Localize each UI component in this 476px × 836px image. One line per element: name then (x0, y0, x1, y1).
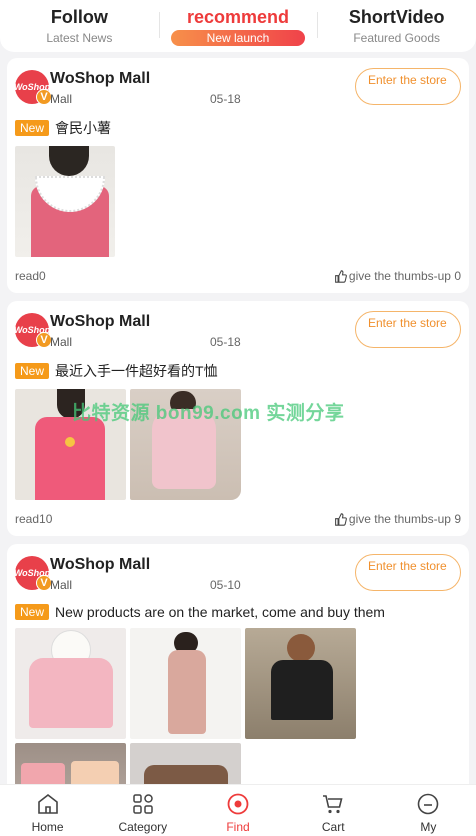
new-tag: New (15, 120, 50, 136)
post-images (15, 146, 461, 257)
tab-title: recommend (186, 7, 290, 27)
store-type: Mall (50, 335, 73, 349)
post-header: WoShop V WoShop Mall Mall 05-18 Enter th… (14, 311, 461, 355)
read-count: read10 (15, 512, 53, 526)
post-text-row: New 最近入手一件超好看的T恤 (15, 361, 461, 381)
tab-follow[interactable]: Follow Latest News (0, 0, 159, 52)
enter-store-button[interactable]: Enter the store (355, 554, 461, 591)
post-card: WoShop V WoShop Mall Mall 05-18 Enter th… (7, 58, 469, 293)
nav-my[interactable]: My (381, 785, 476, 836)
tab-subtitle: Featured Goods (353, 31, 441, 45)
find-icon (225, 791, 251, 817)
home-icon (35, 791, 61, 817)
enter-store-button[interactable]: Enter the store (355, 311, 461, 348)
product-photo[interactable] (15, 628, 126, 739)
post-text: 會民小薯 (55, 120, 112, 136)
store-type: Mall (50, 92, 73, 106)
store-name[interactable]: WoShop Mall (50, 70, 150, 88)
store-type: Mall (50, 578, 73, 592)
tab-recommend[interactable]: recommend New launch (158, 0, 318, 52)
user-icon (415, 791, 441, 817)
post-text: New products are on the market, come and… (55, 604, 385, 620)
nav-cart[interactable]: Cart (286, 785, 381, 836)
enter-store-button[interactable]: Enter the store (355, 68, 461, 105)
nav-label: Category (118, 820, 168, 834)
product-photo[interactable] (15, 389, 126, 500)
thumbs-up-icon (335, 269, 347, 283)
post-date: 05-10 (210, 578, 241, 592)
tab-subtitle: New launch (170, 30, 306, 46)
store-name[interactable]: WoShop Mall (50, 556, 150, 574)
nav-find[interactable]: Find (190, 785, 285, 836)
thumbs-up-button[interactable]: give the thumbs-up 9 (334, 512, 461, 526)
post-footer: read0 give the thumbs-up 0 (15, 269, 461, 283)
top-tab-bar: Follow Latest News recommend New launch … (0, 0, 476, 52)
thumbs-up-icon (335, 512, 347, 526)
new-tag: New (15, 363, 50, 379)
post-text-row: New New products are on the market, come… (15, 604, 461, 620)
post-feed[interactable]: WoShop V WoShop Mall Mall 05-18 Enter th… (7, 58, 469, 836)
category-icon (130, 791, 156, 817)
post-date: 05-18 (210, 92, 241, 106)
tab-subtitle: Latest News (46, 31, 113, 45)
post-text-row: New 會民小薯 (15, 118, 461, 138)
new-tag: New (15, 604, 50, 620)
post-footer: read10 give the thumbs-up 9 (15, 512, 461, 526)
nav-category[interactable]: Category (95, 785, 190, 836)
post-header: WoShop V WoShop Mall Mall 05-10 Enter th… (14, 554, 461, 598)
store-name[interactable]: WoShop Mall (50, 313, 150, 331)
post-date: 05-18 (210, 335, 241, 349)
post-header: WoShop V WoShop Mall Mall 05-18 Enter th… (14, 68, 461, 112)
tab-shortvideo[interactable]: ShortVideo Featured Goods (317, 0, 476, 52)
product-photo[interactable] (15, 146, 115, 257)
nav-label: My (420, 820, 437, 834)
thumbs-up-label: give the thumbs-up 0 (348, 269, 461, 283)
post-text: 最近入手一件超好看的T恤 (55, 363, 218, 379)
product-photo[interactable] (130, 628, 241, 739)
cart-icon (320, 791, 346, 817)
nav-home[interactable]: Home (0, 785, 95, 836)
thumbs-up-button[interactable]: give the thumbs-up 0 (334, 269, 461, 283)
post-images (15, 389, 461, 500)
thumbs-up-label: give the thumbs-up 9 (348, 512, 461, 526)
nav-label: Home (31, 820, 64, 834)
read-count: read0 (15, 269, 46, 283)
nav-label: Find (226, 820, 250, 834)
nav-label: Cart (321, 820, 345, 834)
product-photo[interactable] (130, 389, 241, 500)
tab-title: ShortVideo (348, 7, 445, 27)
product-photo[interactable] (245, 628, 356, 739)
post-card: WoShop V WoShop Mall Mall 05-18 Enter th… (7, 301, 469, 536)
bottom-nav: Home Category Find Cart My (0, 784, 476, 836)
tab-title: Follow (50, 7, 108, 27)
